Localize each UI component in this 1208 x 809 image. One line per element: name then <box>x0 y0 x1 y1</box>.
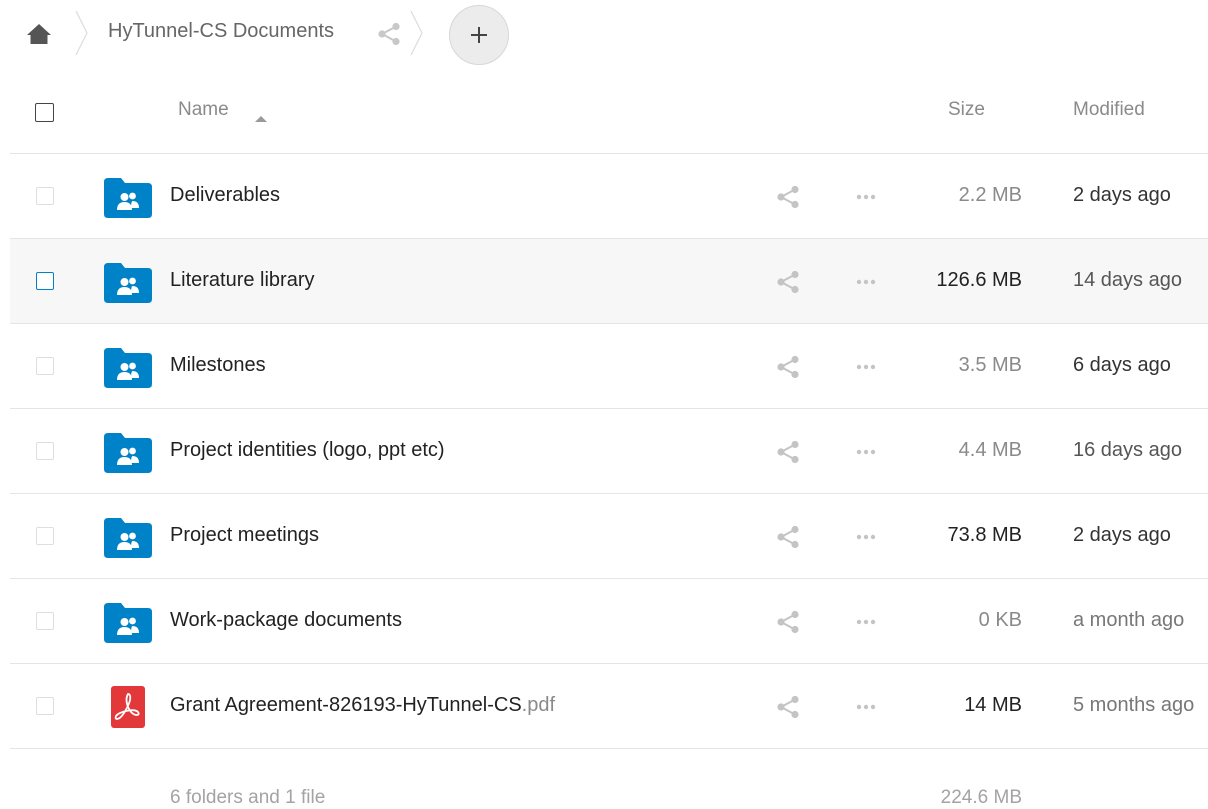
sort-ascending-icon[interactable] <box>255 110 267 122</box>
select-all-checkbox[interactable] <box>35 103 54 122</box>
file-basename: Literature library <box>170 269 315 291</box>
file-list-summary: 6 folders and 1 file 224.6 MB <box>10 749 1208 809</box>
share-icon[interactable] <box>775 694 801 720</box>
file-row[interactable]: Work-package documents 0 KB a month ago <box>10 579 1208 664</box>
file-size: 126.6 MB <box>936 269 1022 291</box>
breadcrumb-folder[interactable]: HyTunnel-CS Documents <box>108 20 334 43</box>
file-modified: 14 days ago <box>1073 269 1182 291</box>
file-checkbox[interactable] <box>36 527 54 545</box>
shared-folder-icon <box>104 346 152 388</box>
file-size: 4.4 MB <box>958 439 1022 461</box>
shared-folder-icon <box>104 176 152 218</box>
file-modified: 6 days ago <box>1073 354 1171 376</box>
file-size: 73.8 MB <box>947 524 1022 546</box>
share-icon[interactable] <box>376 21 402 47</box>
file-name[interactable]: Project identities (logo, ppt etc) <box>170 439 445 462</box>
file-checkbox[interactable] <box>36 187 54 205</box>
file-checkbox[interactable] <box>36 357 54 375</box>
file-size: 14 MB <box>964 694 1022 716</box>
file-extension: .pdf <box>521 694 556 716</box>
shared-folder-icon <box>104 431 152 473</box>
file-name[interactable]: Deliverables <box>170 184 280 207</box>
file-list: Deliverables 2.2 MB 2 days ago Literature l… <box>10 154 1208 749</box>
share-icon[interactable] <box>775 184 801 210</box>
share-icon[interactable] <box>775 354 801 380</box>
file-row[interactable]: Project meetings 73.8 MB 2 days ago <box>10 494 1208 579</box>
file-modified: 2 days ago <box>1073 524 1171 546</box>
file-checkbox[interactable] <box>36 697 54 715</box>
more-actions-icon[interactable] <box>852 530 880 544</box>
column-modified[interactable]: Modified <box>1073 99 1145 121</box>
shared-folder-icon <box>104 516 152 558</box>
shared-folder-icon <box>104 601 152 643</box>
file-basename: Project meetings <box>170 524 319 546</box>
file-checkbox[interactable] <box>36 272 54 290</box>
breadcrumb: HyTunnel-CS Documents <box>0 0 1208 66</box>
file-size: 0 KB <box>978 609 1022 631</box>
file-modified: 5 months ago <box>1073 694 1195 716</box>
more-actions-icon[interactable] <box>852 700 880 714</box>
file-modified: 2 days ago <box>1073 184 1171 206</box>
home-icon[interactable] <box>26 22 52 46</box>
plus-icon <box>471 27 487 43</box>
file-row[interactable]: Grant Agreement-826193-HyTunnel-CS.pdf 14… <box>10 664 1208 749</box>
file-modified: 16 days ago <box>1073 439 1182 461</box>
file-list-header: Name Size Modified <box>10 66 1208 154</box>
file-name[interactable]: Literature library <box>170 269 315 292</box>
share-icon[interactable] <box>775 439 801 465</box>
share-icon[interactable] <box>775 269 801 295</box>
file-row[interactable]: Project identities (logo, ppt etc) 4.4 MB… <box>10 409 1208 494</box>
file-name[interactable]: Grant Agreement-826193-HyTunnel-CS.pdf <box>170 694 555 717</box>
summary-count: 6 folders and 1 file <box>170 787 326 808</box>
file-basename: Milestones <box>170 354 266 376</box>
file-basename: Grant Agreement-826193-HyTunnel-CS <box>170 694 522 716</box>
file-modified: a month ago <box>1073 609 1185 631</box>
share-icon[interactable] <box>775 524 801 550</box>
file-checkbox[interactable] <box>36 442 54 460</box>
shared-folder-icon <box>104 261 152 303</box>
pdf-icon <box>104 686 152 728</box>
file-checkbox[interactable] <box>36 612 54 630</box>
file-name[interactable]: Project meetings <box>170 524 319 547</box>
column-size[interactable]: Size <box>948 99 985 121</box>
files-app: HyTunnel-CS Documents Name Size Modified <box>0 0 1208 809</box>
more-actions-icon[interactable] <box>852 615 880 629</box>
share-icon[interactable] <box>775 609 801 635</box>
file-basename: Work-package documents <box>170 609 402 631</box>
file-size: 3.5 MB <box>958 354 1022 376</box>
file-basename: Project identities (logo, ppt etc) <box>170 439 445 461</box>
more-actions-icon[interactable] <box>852 275 880 289</box>
file-row[interactable]: Literature library 126.6 MB 14 days ago <box>10 239 1208 324</box>
file-basename: Deliverables <box>170 184 281 206</box>
more-actions-icon[interactable] <box>852 360 880 374</box>
more-actions-icon[interactable] <box>852 190 880 204</box>
breadcrumb-separator <box>410 10 424 56</box>
file-row[interactable]: Milestones 3.5 MB 6 days ago <box>10 324 1208 409</box>
breadcrumb-separator <box>75 10 89 56</box>
file-row[interactable]: Deliverables 2.2 MB 2 days ago <box>10 154 1208 239</box>
summary-total-size: 224.6 MB <box>940 787 1022 808</box>
new-button[interactable] <box>449 5 509 65</box>
file-name[interactable]: Milestones <box>170 354 266 377</box>
file-name[interactable]: Work-package documents <box>170 609 402 632</box>
more-actions-icon[interactable] <box>852 445 880 459</box>
file-size: 2.2 MB <box>958 184 1022 206</box>
column-name[interactable]: Name <box>178 99 229 121</box>
